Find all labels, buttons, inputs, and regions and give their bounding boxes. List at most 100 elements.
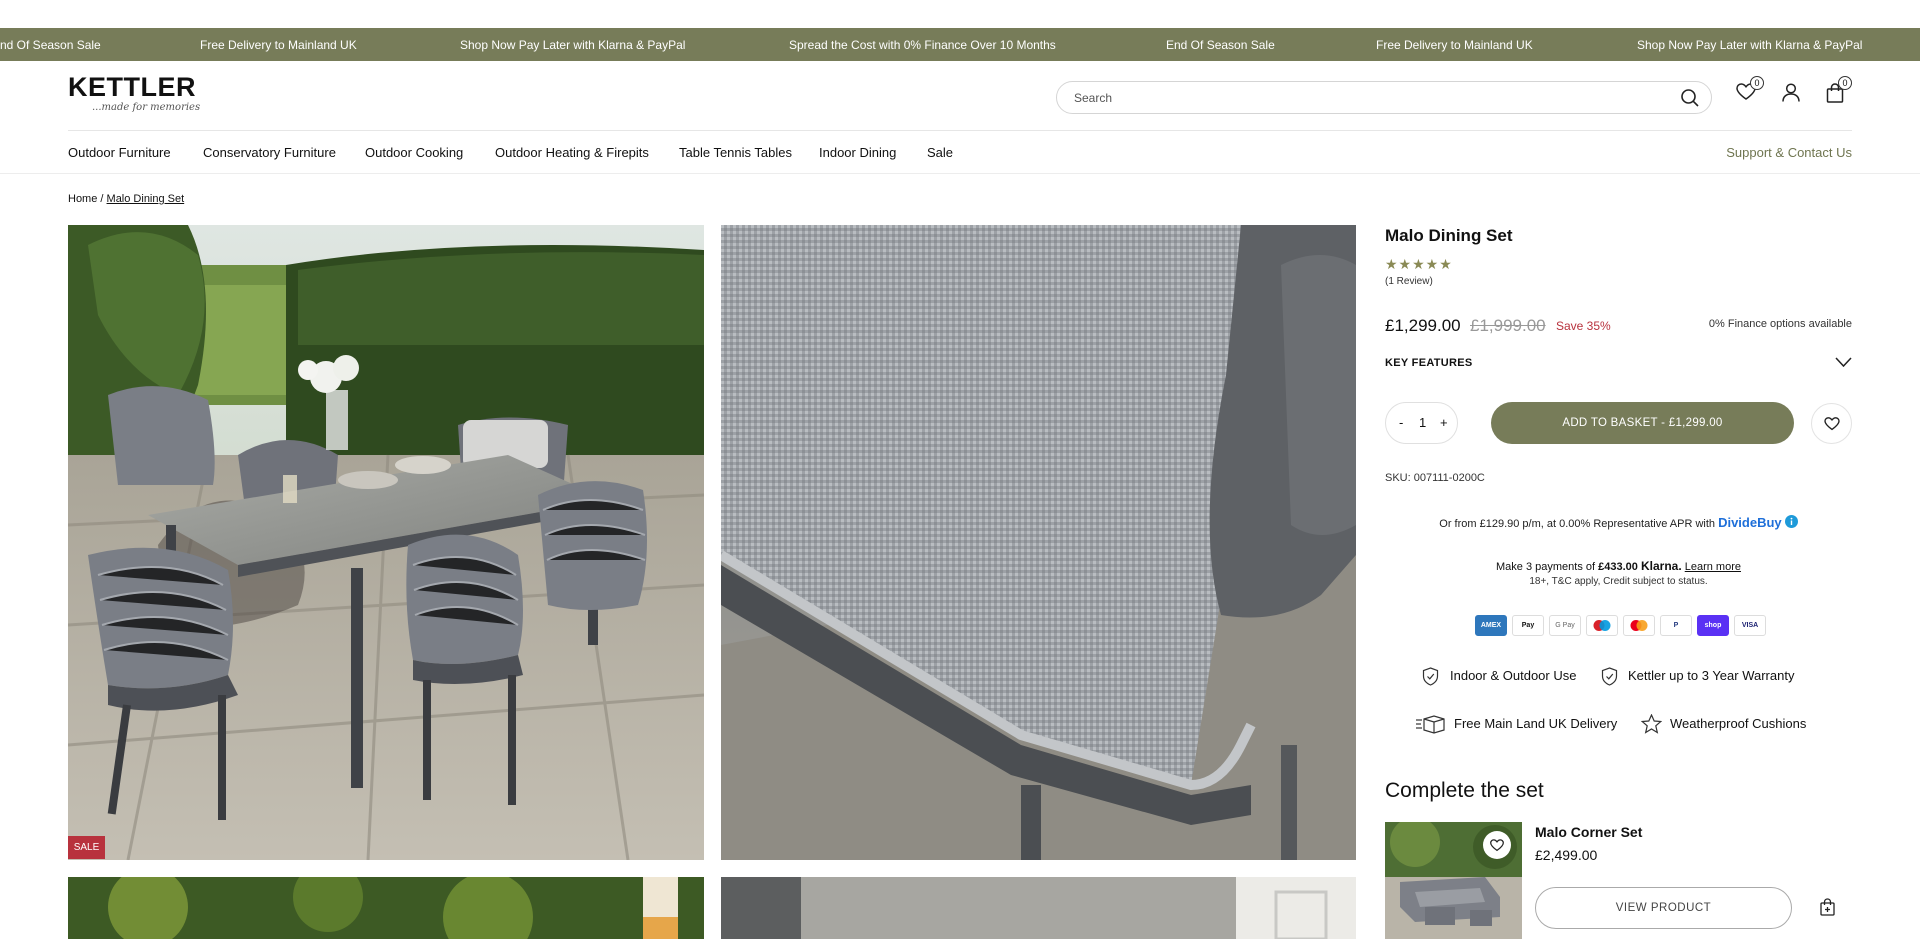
dividebuy-text: Or from £129.90 p/m, at 0.00% Representa… [1439, 518, 1716, 530]
nav-item-sale[interactable]: Sale [927, 145, 953, 160]
heart-icon [1824, 417, 1840, 431]
ticker-item: Free Delivery to Mainland UK [1376, 38, 1533, 52]
sale-badge: SALE [68, 836, 105, 859]
current-price: £1,299.00 [1385, 316, 1461, 335]
complete-set-wishlist-button[interactable] [1483, 831, 1511, 859]
amex-icon: AMEX [1475, 615, 1507, 636]
quantity-stepper[interactable]: - 1 + [1385, 402, 1458, 444]
add-to-wishlist-button[interactable] [1811, 403, 1852, 444]
qty-minus-button[interactable]: - [1399, 415, 1403, 430]
product-sku: SKU: 007111-0200C [1385, 472, 1485, 484]
chevron-down-icon[interactable] [1835, 356, 1852, 368]
search-box[interactable] [1056, 81, 1712, 114]
search-input[interactable] [1074, 91, 1634, 105]
product-image-4[interactable] [721, 877, 1356, 939]
wishlist-count-badge: 0 [1750, 76, 1764, 90]
main-navigation: Outdoor Furniture Conservatory Furniture… [68, 145, 1852, 161]
feature-warranty: Kettler up to 3 Year Warranty [1601, 667, 1821, 686]
shield-check-icon [1601, 667, 1618, 686]
view-product-button[interactable]: VIEW PRODUCT [1535, 887, 1792, 929]
basket-count-badge: 0 [1838, 76, 1852, 90]
dividebuy-logo[interactable]: DivideBuy [1718, 515, 1782, 530]
klarna-message: Make 3 payments of £433.00 Klarna. Learn… [1385, 559, 1852, 573]
feature-delivery: Free Main Land UK Delivery [1415, 715, 1635, 734]
complete-set-heading: Complete the set [1385, 779, 1544, 802]
ticker-item: Shop Now Pay Later with Klarna & PayPal [1637, 38, 1863, 52]
add-to-basket-button[interactable]: ADD TO BASKET - £1,299.00 [1491, 402, 1794, 444]
logo-tagline: ...made for memories [92, 102, 201, 113]
feature-label: Weatherproof Cushions [1670, 716, 1807, 731]
was-price: £1,999.00 [1470, 316, 1546, 335]
breadcrumb: Home / Malo Dining Set [68, 193, 184, 205]
feature-label: Indoor & Outdoor Use [1450, 668, 1577, 683]
visa-icon: VISA [1734, 615, 1766, 636]
dividebuy-message: Or from £129.90 p/m, at 0.00% Representa… [1385, 515, 1852, 530]
nav-divider [0, 173, 1920, 174]
breadcrumb-current[interactable]: Malo Dining Set [107, 193, 185, 205]
product-image-main[interactable] [68, 225, 704, 860]
support-link[interactable]: Support & Contact Us [1726, 145, 1852, 160]
breadcrumb-home[interactable]: Home / [68, 193, 103, 205]
table-detail-photo [721, 877, 1356, 939]
mastercard-icon [1623, 615, 1655, 636]
logo-wordmark: KETTLER [68, 72, 196, 102]
cushion-closeup-photo [721, 225, 1356, 860]
ticker-item: End Of Season Sale [1166, 38, 1275, 52]
dining-set-photo [68, 225, 704, 860]
klarna-terms: 18+, T&C apply, Credit subject to status… [1529, 576, 1708, 587]
announcement-bar: nd Of Season Sale Free Delivery to Mainl… [0, 28, 1920, 61]
add-to-bag-icon[interactable] [1820, 898, 1835, 916]
info-icon[interactable] [1784, 515, 1798, 528]
qty-value[interactable]: 1 [1419, 415, 1426, 430]
nav-item-outdoor-cooking[interactable]: Outdoor Cooking [365, 145, 463, 160]
maestro-icon [1586, 615, 1618, 636]
star-outline-icon [1641, 714, 1662, 734]
klarna-learn-more-link[interactable]: Learn more [1685, 561, 1741, 573]
nav-item-outdoor-furniture[interactable]: Outdoor Furniture [68, 145, 171, 160]
product-image-3[interactable] [68, 877, 704, 939]
search-icon[interactable] [1680, 88, 1700, 108]
site-header: KETTLER ...made for memories 0 0 [0, 61, 1920, 131]
nav-item-table-tennis[interactable]: Table Tennis Tables [679, 145, 792, 160]
review-count[interactable]: (1 Review) [1385, 276, 1433, 287]
feature-label: Free Main Land UK Delivery [1454, 716, 1618, 731]
garden-photo [68, 877, 704, 939]
rating-stars[interactable]: ★★★★★ [1385, 256, 1453, 273]
shop-pay-icon: shop [1697, 615, 1729, 636]
shield-check-icon [1422, 667, 1439, 686]
google-pay-icon: G Pay [1549, 615, 1581, 636]
feature-label: Kettler up to 3 Year Warranty [1628, 668, 1795, 683]
complete-set-item-name[interactable]: Malo Corner Set [1535, 824, 1642, 840]
ticker-item: nd Of Season Sale [0, 38, 101, 52]
key-features-toggle[interactable]: KEY FEATURES [1385, 357, 1473, 369]
header-divider [68, 130, 1852, 131]
klarna-amount: £433.00 [1598, 561, 1638, 573]
account-link[interactable] [1782, 83, 1800, 107]
paypal-icon: P [1660, 615, 1692, 636]
ticker-item: Shop Now Pay Later with Klarna & PayPal [460, 38, 686, 52]
nav-item-conservatory-furniture[interactable]: Conservatory Furniture [203, 145, 336, 160]
top-spacer [0, 0, 1920, 28]
qty-plus-button[interactable]: + [1440, 415, 1448, 430]
wishlist-link[interactable]: 0 [1736, 76, 1764, 106]
ticker-item: Spread the Cost with 0% Finance Over 10 … [789, 38, 1056, 52]
product-image-detail[interactable] [721, 225, 1356, 860]
finance-options[interactable]: 0% Finance options available [1709, 318, 1852, 330]
heart-icon [1490, 839, 1504, 852]
feature-indoor-outdoor: Indoor & Outdoor Use [1422, 667, 1592, 686]
delivery-box-icon [1416, 715, 1445, 734]
ticker-item: Free Delivery to Mainland UK [200, 38, 357, 52]
feature-cushions: Weatherproof Cushions [1641, 714, 1841, 734]
save-percent: Save 35% [1556, 319, 1611, 333]
payment-methods: AMEX Pay G Pay P shop VISA [1475, 615, 1766, 636]
user-icon [1782, 83, 1800, 102]
logo[interactable]: KETTLER ...made for memories [68, 72, 201, 114]
nav-item-indoor-dining[interactable]: Indoor Dining [819, 145, 896, 160]
product-title: Malo Dining Set [1385, 226, 1513, 245]
complete-set-item-price: £2,499.00 [1535, 847, 1598, 863]
basket-link[interactable]: 0 [1826, 76, 1852, 108]
klarna-logo: Klarna. [1640, 559, 1682, 573]
klarna-text: Make 3 payments of [1496, 561, 1596, 573]
nav-item-outdoor-heating[interactable]: Outdoor Heating & Firepits [495, 145, 649, 160]
apple-pay-icon: Pay [1512, 615, 1544, 636]
